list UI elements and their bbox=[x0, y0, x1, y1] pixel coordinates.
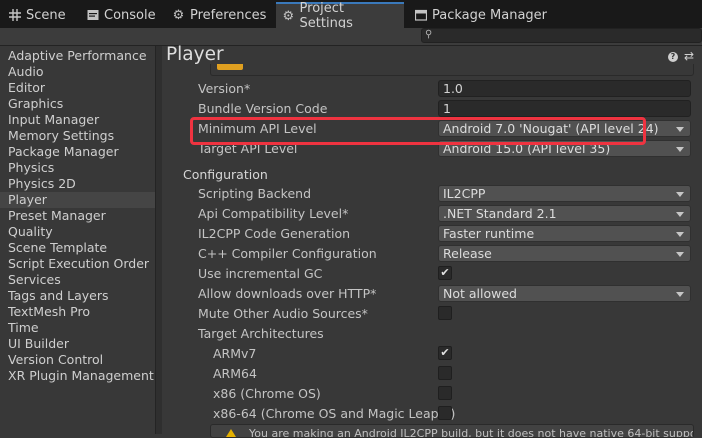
sidebar-item-editor[interactable]: Editor bbox=[0, 80, 155, 96]
cpp-compiler-configuration-dropdown[interactable]: Release bbox=[438, 245, 691, 262]
preset-sliders-icon[interactable]: ⇄ bbox=[684, 49, 694, 63]
checkmark-icon: ✔ bbox=[440, 346, 450, 359]
tab-package-manager[interactable]: Package Manager bbox=[408, 2, 553, 28]
hash-grid-icon bbox=[8, 9, 21, 22]
content-scrollbar[interactable] bbox=[696, 46, 702, 434]
armv7-checkbox[interactable]: ✔ bbox=[438, 346, 452, 360]
bundle-version-code-label: Bundle Version Code bbox=[198, 101, 328, 116]
gear-icon: ⚙ bbox=[172, 7, 185, 23]
tab-console[interactable]: Console bbox=[80, 2, 162, 28]
sidebar-item-preset-manager[interactable]: Preset Manager bbox=[0, 208, 155, 224]
configuration-header: Configuration bbox=[183, 167, 268, 182]
gear-icon: ⚙ bbox=[282, 8, 295, 24]
icon-preview-swatch bbox=[217, 64, 243, 70]
bundle-version-code-field[interactable]: 1 bbox=[438, 100, 691, 117]
package-icon bbox=[414, 9, 427, 22]
tab-label: Package Manager bbox=[432, 7, 548, 23]
help-icon[interactable]: ? bbox=[668, 52, 678, 62]
sidebar-item-script-execution-order[interactable]: Script Execution Order bbox=[0, 256, 155, 272]
incremental-gc-label: Use incremental GC bbox=[198, 266, 323, 281]
settings-sidebar: Adaptive Performance Audio Editor Graphi… bbox=[0, 46, 156, 434]
sidebar-item-input-manager[interactable]: Input Manager bbox=[0, 112, 155, 128]
x86-chrome-os-checkbox[interactable] bbox=[438, 386, 452, 400]
checkmark-icon: ✔ bbox=[440, 266, 450, 279]
sidebar-item-audio[interactable]: Audio bbox=[0, 64, 155, 80]
chevron-down-icon bbox=[676, 192, 684, 197]
scripting-backend-label: Scripting Backend bbox=[198, 186, 312, 201]
sidebar-item-scene-template[interactable]: Scene Template bbox=[0, 240, 155, 256]
tab-project-settings[interactable]: ⚙ Project Settings bbox=[276, 1, 404, 31]
target-architectures-label: Target Architectures bbox=[198, 326, 324, 341]
api-compatibility-level-dropdown[interactable]: .NET Standard 2.1 bbox=[438, 205, 691, 222]
dropdown-value: Not allowed bbox=[443, 286, 517, 301]
chevron-down-icon bbox=[676, 292, 684, 297]
sidebar-item-physics-2d[interactable]: Physics 2D bbox=[0, 176, 155, 192]
chevron-down-icon bbox=[676, 252, 684, 257]
scripting-backend-dropdown[interactable]: IL2CPP bbox=[438, 185, 691, 202]
warning-icon bbox=[226, 429, 236, 437]
settings-search-field[interactable]: ⚲ bbox=[421, 28, 702, 43]
version-label: Version* bbox=[198, 81, 251, 96]
sidebar-item-adaptive-performance[interactable]: Adaptive Performance bbox=[0, 48, 155, 64]
player-settings-panel: Player ? ⇄ Version* 1.0 Bundle Version C… bbox=[162, 44, 702, 438]
sidebar-item-time[interactable]: Time bbox=[0, 320, 155, 336]
il2cpp-warning-box: You are making an Android IL2CPP build, … bbox=[210, 424, 694, 438]
armv7-label: ARMv7 bbox=[213, 346, 257, 361]
icon-section-edge bbox=[210, 64, 694, 76]
x86-64-checkbox[interactable] bbox=[438, 406, 452, 420]
tab-scene[interactable]: Scene bbox=[2, 2, 72, 28]
tab-label: Preferences bbox=[190, 7, 267, 23]
chevron-down-icon bbox=[676, 127, 684, 132]
sidebar-item-memory-settings[interactable]: Memory Settings bbox=[0, 128, 155, 144]
allow-http-dropdown[interactable]: Not allowed bbox=[438, 285, 691, 302]
dropdown-value: IL2CPP bbox=[443, 186, 486, 201]
incremental-gc-checkbox[interactable]: ✔ bbox=[438, 266, 452, 280]
sidebar-item-tags-and-layers[interactable]: Tags and Layers bbox=[0, 288, 155, 304]
x86-64-label: x86-64 (Chrome OS and Magic Leap 2) bbox=[213, 406, 456, 421]
dropdown-value: Release bbox=[443, 246, 492, 261]
dropdown-value: Faster runtime bbox=[443, 226, 535, 241]
il2cpp-code-generation-label: IL2CPP Code Generation bbox=[198, 226, 351, 241]
version-field[interactable]: 1.0 bbox=[438, 80, 691, 97]
tab-label: Console bbox=[104, 7, 156, 23]
sidebar-item-xr-plugin-management[interactable]: XR Plugin Management bbox=[0, 368, 155, 384]
sidebar-item-physics[interactable]: Physics bbox=[0, 160, 155, 176]
chevron-down-icon bbox=[676, 212, 684, 217]
sidebar-item-version-control[interactable]: Version Control bbox=[0, 352, 155, 368]
search-icon: ⚲ bbox=[425, 29, 433, 40]
mute-other-audio-label: Mute Other Audio Sources* bbox=[198, 306, 368, 321]
sidebar-item-player[interactable]: Player bbox=[0, 192, 155, 208]
mute-other-audio-checkbox[interactable] bbox=[438, 306, 452, 320]
dropdown-value: .NET Standard 2.1 bbox=[443, 206, 557, 221]
tab-label: Scene bbox=[26, 7, 66, 23]
cpp-compiler-configuration-label: C++ Compiler Configuration bbox=[198, 246, 377, 261]
sidebar-item-graphics[interactable]: Graphics bbox=[0, 96, 155, 112]
sidebar-item-textmesh-pro[interactable]: TextMesh Pro bbox=[0, 304, 155, 320]
x86-chrome-os-label: x86 (Chrome OS) bbox=[213, 386, 321, 401]
page-title: Player bbox=[166, 44, 224, 65]
api-compatibility-level-label: Api Compatibility Level* bbox=[198, 206, 349, 221]
sidebar-item-package-manager[interactable]: Package Manager bbox=[0, 144, 155, 160]
tab-preferences[interactable]: ⚙ Preferences bbox=[166, 2, 272, 28]
console-icon bbox=[86, 9, 99, 22]
sidebar-item-quality[interactable]: Quality bbox=[0, 224, 155, 240]
chevron-down-icon bbox=[676, 147, 684, 152]
tab-label: Project Settings bbox=[299, 1, 353, 31]
sidebar-item-ui-builder[interactable]: UI Builder bbox=[0, 336, 155, 352]
toolbar-search-row: ⚲ bbox=[0, 28, 702, 46]
chevron-down-icon bbox=[676, 232, 684, 237]
sidebar-item-services[interactable]: Services bbox=[0, 272, 155, 288]
arm64-label: ARM64 bbox=[213, 366, 257, 381]
editor-tab-bar: Scene Console ⚙ Preferences ⚙ Project Se… bbox=[0, 0, 702, 31]
annotation-highlight-box bbox=[190, 117, 646, 145]
warning-text: You are making an Android IL2CPP build, … bbox=[249, 427, 694, 438]
allow-http-label: Allow downloads over HTTP* bbox=[198, 286, 377, 301]
arm64-checkbox[interactable] bbox=[438, 366, 452, 380]
il2cpp-code-generation-dropdown[interactable]: Faster runtime bbox=[438, 225, 691, 242]
